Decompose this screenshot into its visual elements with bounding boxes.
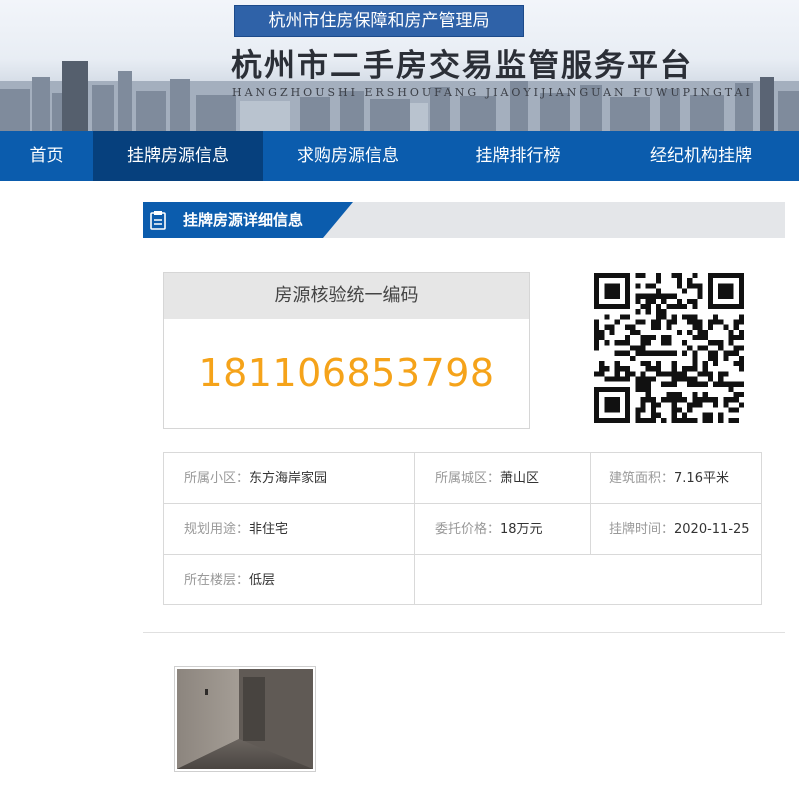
usage-value: 非住宅	[249, 522, 289, 537]
area-value: 7.16平米	[674, 471, 729, 486]
info-floor: 所在楼层：低层	[184, 573, 276, 588]
property-photo[interactable]	[174, 666, 316, 772]
header-banner: 杭州市住房保障和房产管理局 杭州市二手房交易监管服务平台 HANGZHOUSHI…	[0, 0, 799, 131]
main-nav: 首页 挂牌房源信息 求购房源信息 挂牌排行榜 经纪机构挂牌	[0, 131, 799, 181]
info-district: 所属城区：萧山区	[435, 471, 540, 486]
nav-item-home[interactable]: 首页	[0, 131, 93, 181]
nav-item-agencies[interactable]: 经纪机构挂牌	[603, 131, 799, 181]
district-value: 萧山区	[500, 471, 540, 486]
info-usage: 规划用途：非住宅	[184, 522, 289, 537]
verification-code-label: 房源核验统一编码	[164, 273, 529, 319]
info-area: 建筑面积：7.16平米	[609, 471, 729, 486]
section-title: 挂牌房源详细信息	[183, 211, 304, 229]
site-title: 杭州市二手房交易监管服务平台	[231, 48, 693, 84]
qr-code-icon	[594, 273, 744, 423]
verification-code-value: 181106853798	[198, 351, 495, 395]
info-listed-date: 挂牌时间：2020-11-25	[609, 522, 750, 537]
nav-item-listings[interactable]: 挂牌房源信息	[93, 131, 263, 181]
community-value: 东方海岸家园	[249, 471, 328, 486]
section-tab: 挂牌房源详细信息	[143, 202, 353, 238]
verification-code-box: 房源核验统一编码 181106853798	[163, 272, 530, 429]
site-subtitle: HANGZHOUSHI ERSHOUFANG JIAOYIJIANGUAN FU…	[232, 86, 753, 99]
divider	[143, 632, 785, 633]
info-price: 委托价格：18万元	[435, 522, 543, 537]
section-header: 挂牌房源详细信息	[143, 202, 785, 238]
nav-item-wanted[interactable]: 求购房源信息	[263, 131, 433, 181]
nav-item-ranking[interactable]: 挂牌排行榜	[433, 131, 603, 181]
floor-value: 低层	[249, 573, 276, 588]
listing-info-table: 所属小区：东方海岸家园 所属城区：萧山区 建筑面积：7.16平米 规划用途：非住…	[163, 452, 762, 605]
room-photo-image	[177, 669, 313, 769]
listed-date-value: 2020-11-25	[674, 522, 750, 537]
document-icon	[150, 210, 166, 230]
info-community: 所属小区：东方海岸家园	[184, 471, 328, 486]
price-value: 18万元	[500, 522, 543, 537]
bureau-badge[interactable]: 杭州市住房保障和房产管理局	[234, 5, 524, 37]
